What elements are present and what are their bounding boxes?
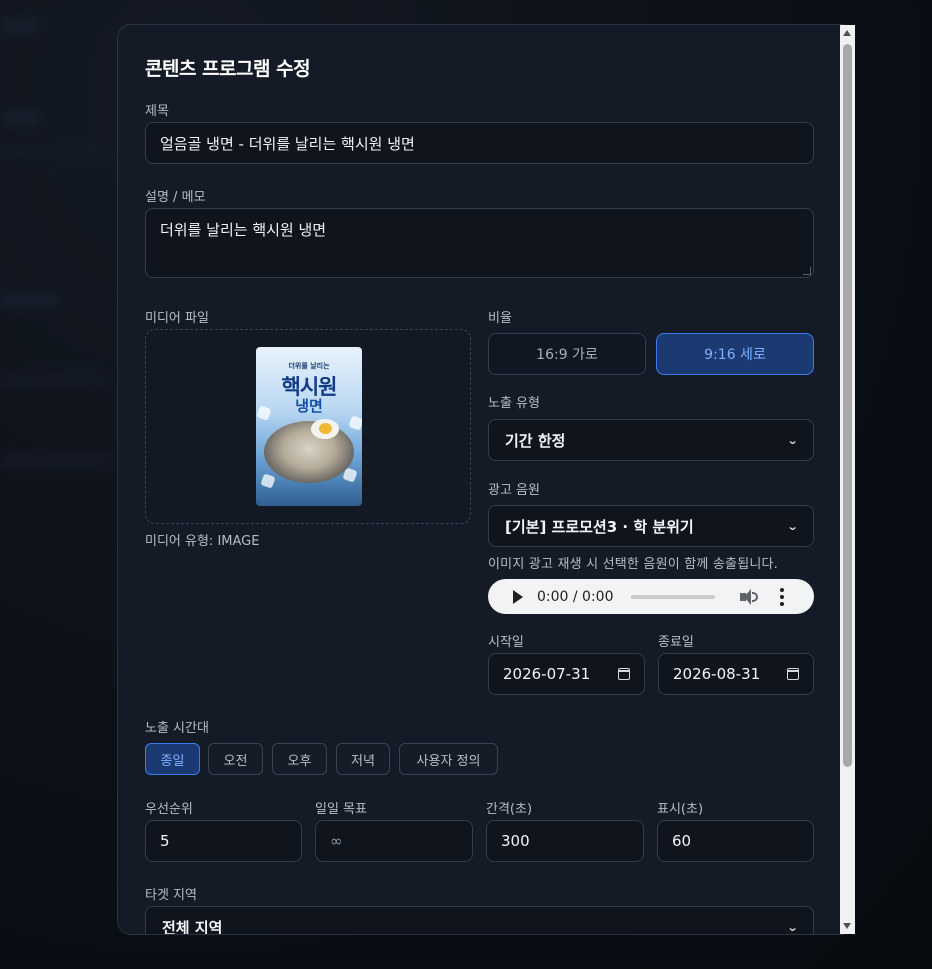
calendar-icon[interactable] [618,668,630,680]
media-type-text: 미디어 유형: IMAGE [145,534,260,549]
ratio-16-9-button[interactable]: 16:9 가로 [488,333,646,375]
start-date-label: 시작일 [488,635,524,650]
media-label: 미디어 파일 [145,311,209,326]
end-date-label: 종료일 [658,635,694,650]
scrollbar-thumb[interactable] [843,44,852,767]
audio-seek-bar[interactable] [630,594,715,599]
priority-label: 우선순위 [145,802,193,817]
exposure-type-label: 노출 유형 [488,396,540,411]
end-date-input[interactable]: 2026-08-31 [658,653,814,695]
play-icon[interactable] [513,589,523,604]
time-slot-morning[interactable]: 오전 [208,743,263,775]
audio-player: 0:00 / 0:00 [488,579,814,614]
end-date-value: 2026-08-31 [673,665,761,683]
modal-scrollbar[interactable] [840,25,855,934]
interval-value: 300 [501,832,530,850]
ad-audio-value: [기본] 프로모션3 · 학 분위기 [505,517,694,536]
daily-goal-input[interactable]: ∞ [315,820,473,862]
start-date-input[interactable]: 2026-07-31 [488,653,645,695]
time-slot-all-day[interactable]: 종일 [145,743,200,775]
ad-audio-select[interactable]: [기본] 프로모션3 · 학 분위기 ⌄ [488,505,814,547]
priority-value: 5 [160,832,170,850]
target-region-value: 전체 지역 [162,918,223,935]
time-slot-custom[interactable]: 사용자 정의 [399,743,498,775]
interval-label: 간격(초) [486,802,533,817]
target-region-select[interactable]: 전체 지역 ⌄ [145,906,814,935]
ad-audio-label: 광고 음원 [488,483,540,498]
chevron-down-icon: ⌄ [786,519,799,533]
exposure-type-select[interactable]: 기간 한정 ⌄ [488,419,814,461]
target-region-label: 타겟 지역 [145,888,197,903]
noodle-bowl-graphic [264,421,354,483]
time-slot-label: 노출 시간대 [145,721,209,736]
calendar-icon[interactable] [787,668,799,680]
edit-program-modal: 콘텐츠 프로그램 수정 제목 얼음골 냉면 - 더위를 날리는 핵시원 냉면 설… [117,24,855,935]
title-input[interactable]: 얼음골 냉면 - 더위를 날리는 핵시원 냉면 [145,122,814,164]
chevron-down-icon: ⌄ [786,433,799,447]
description-textarea[interactable]: 더위를 날리는 핵시원 냉면 [145,208,814,278]
start-date-value: 2026-07-31 [503,665,591,683]
resize-grip-icon[interactable] [803,267,811,275]
audio-time: 0:00 / 0:00 [537,588,614,605]
display-value: 60 [672,832,692,850]
interval-input[interactable]: 300 [486,820,644,862]
display-label: 표시(초) [657,802,704,817]
media-preview-image: 더위를 날리는 핵시원 냉면 [256,347,362,506]
poster-title-2: 냉면 [295,397,323,415]
volume-icon[interactable] [739,588,758,605]
daily-goal-label: 일일 목표 [315,802,367,817]
title-input-value: 얼음골 냉면 - 더위를 날리는 핵시원 냉면 [160,134,415,153]
scroll-down-icon[interactable] [843,923,851,929]
display-input[interactable]: 60 [657,820,814,862]
priority-input[interactable]: 5 [145,820,302,862]
media-dropzone[interactable]: 더위를 날리는 핵시원 냉면 [145,329,471,524]
modal-title: 콘텐츠 프로그램 수정 [145,58,311,80]
ratio-label: 비율 [488,311,512,326]
time-slot-evening[interactable]: 저녁 [336,743,390,775]
poster-subtitle: 더위를 날리는 [288,362,330,370]
ratio-9-16-button[interactable]: 9:16 세로 [656,333,814,375]
more-options-icon[interactable] [779,587,784,606]
exposure-type-value: 기간 한정 [505,431,566,450]
description-label: 설명 / 메모 [145,190,206,205]
scroll-up-icon[interactable] [843,30,851,36]
ad-audio-hint: 이미지 광고 재생 시 선택한 음원이 함께 송출됩니다. [488,557,779,572]
chevron-down-icon: ⌄ [786,920,799,934]
title-label: 제목 [145,104,169,119]
daily-goal-placeholder: ∞ [330,832,343,850]
time-slot-afternoon[interactable]: 오후 [272,743,327,775]
description-textarea-value: 더위를 날리는 핵시원 냉면 [160,221,327,239]
